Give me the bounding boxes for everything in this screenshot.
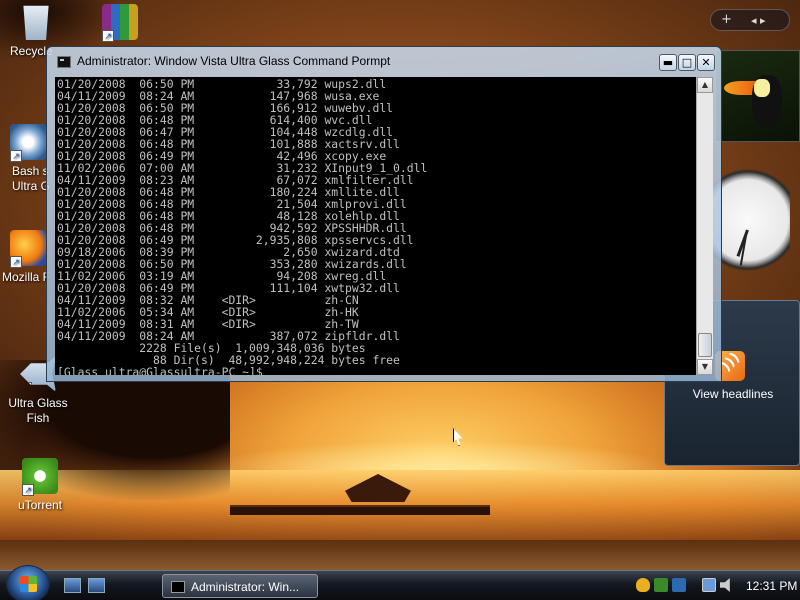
desktop-icon-label: Ultra Glass Fish [8, 396, 68, 425]
tray-app-icon[interactable] [654, 578, 668, 592]
pier [230, 505, 490, 515]
console-app-icon [171, 581, 185, 593]
slideshow-gadget[interactable] [715, 50, 800, 142]
console-output[interactable]: 01/20/2008 06:50 PM 33,792 wups2.dll 04/… [55, 77, 696, 375]
add-gadget-button[interactable]: + [721, 12, 732, 27]
beach [0, 540, 800, 570]
taskbar: Administrator: Win... 12:31 PM [0, 565, 800, 600]
console-text: 01/20/2008 06:50 PM 33,792 wups2.dll 04/… [55, 77, 696, 375]
toucan-chest [754, 79, 770, 97]
command-prompt-window[interactable]: Administrator: Window Vista Ultra Glass … [46, 46, 722, 382]
command-prompt: [Glass ultra@Glassultra-PC ~]$ [57, 365, 270, 375]
shortcut-arrow-icon: ↗ [10, 256, 22, 268]
shortcut-arrow-icon: ↗ [102, 30, 114, 42]
taskbar-clock[interactable]: 12:31 PM [746, 579, 797, 593]
tray-app-icon[interactable] [672, 578, 686, 592]
winrar-archive-icon: ↗ [102, 4, 138, 42]
start-button[interactable] [6, 565, 50, 600]
desktop-icon-utorrent[interactable]: ↗ uTorrent [4, 458, 76, 512]
desktop-icon-winrar[interactable]: ↗ [84, 4, 156, 44]
system-tray: 12:31 PM [630, 574, 800, 598]
console-app-icon [57, 56, 71, 68]
security-shield-icon[interactable] [636, 578, 650, 592]
volume-muted-icon[interactable] [720, 578, 730, 592]
taskbar-item-label: Administrator: Win... [191, 580, 300, 594]
vertical-scrollbar[interactable]: ▲ ▼ [696, 77, 713, 375]
shortcut-arrow-icon: ↗ [20, 382, 32, 392]
utorrent-icon: ↗ [22, 458, 58, 496]
scrollbar-thumb[interactable] [698, 333, 712, 357]
close-button[interactable]: ✕ [697, 54, 715, 71]
window-title: Administrator: Window Vista Ultra Glass … [77, 54, 391, 68]
view-headlines-label[interactable]: View headlines [665, 387, 800, 401]
desktop-icon-label: uTorrent [17, 498, 63, 512]
directory-listing: 01/20/2008 06:50 PM 33,792 wups2.dll 04/… [57, 77, 427, 367]
show-desktop-icon[interactable] [64, 578, 81, 593]
recycle-bin-icon [23, 5, 49, 40]
shortcut-arrow-icon: ↗ [22, 484, 34, 496]
scroll-down-arrow-icon[interactable]: ▼ [697, 359, 713, 375]
switch-windows-icon[interactable] [88, 578, 105, 593]
taskbar-item-command-prompt[interactable]: Administrator: Win... [162, 574, 318, 598]
shortcut-arrow-icon: ↗ [10, 150, 22, 162]
scroll-up-arrow-icon[interactable]: ▲ [697, 77, 713, 93]
network-icon[interactable] [702, 578, 716, 592]
firefox-icon: ↗ [10, 230, 46, 268]
maximize-button[interactable]: □ [678, 54, 696, 71]
bash-shell-icon: ↗ [10, 124, 46, 162]
sidebar-controls: + ◂ ▸ [710, 9, 790, 31]
minimize-button[interactable]: ▬ [659, 54, 677, 71]
gadget-nav-buttons[interactable]: ◂ ▸ [751, 14, 766, 27]
window-titlebar[interactable]: Administrator: Window Vista Ultra Glass … [47, 47, 721, 75]
